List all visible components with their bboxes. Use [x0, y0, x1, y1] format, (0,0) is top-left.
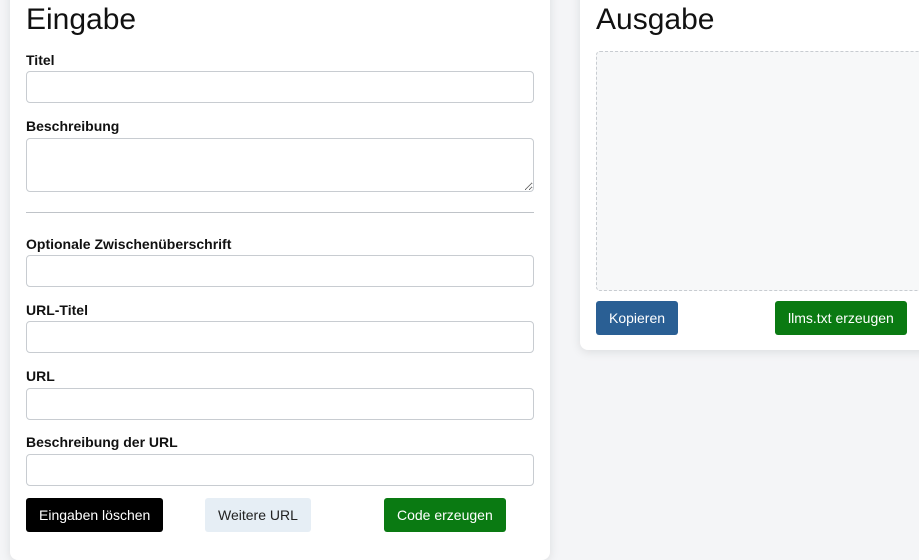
title-label: Titel	[26, 52, 55, 68]
generate-code-button[interactable]: Code erzeugen	[384, 498, 506, 532]
add-url-button[interactable]: Weitere URL	[205, 498, 311, 532]
url-title-label: URL-Titel	[26, 302, 88, 318]
output-panel-heading: Ausgabe	[596, 3, 715, 36]
url-title-input[interactable]	[26, 321, 534, 353]
generate-llms-button[interactable]: llms.txt erzeugen	[775, 301, 907, 335]
title-input[interactable]	[26, 71, 534, 103]
clear-inputs-button[interactable]: Eingaben löschen	[26, 498, 164, 532]
description-label: Beschreibung	[26, 118, 120, 134]
url-description-label: Beschreibung der URL	[26, 434, 178, 450]
subheading-label: Optionale Zwischenüberschrift	[26, 236, 232, 252]
copy-button[interactable]: Kopieren	[596, 301, 679, 335]
output-panel: Ausgabe Kopieren llms.txt erzeugen	[580, 0, 919, 350]
description-textarea[interactable]	[26, 138, 534, 192]
url-description-input[interactable]	[26, 454, 534, 486]
input-panel: Eingabe Titel Beschreibung Optionale Zwi…	[10, 0, 550, 560]
subheading-input[interactable]	[26, 255, 534, 287]
output-area[interactable]	[596, 51, 919, 291]
url-input[interactable]	[26, 388, 534, 420]
input-panel-heading: Eingabe	[26, 3, 137, 36]
url-label: URL	[26, 368, 55, 384]
section-divider	[26, 212, 534, 213]
